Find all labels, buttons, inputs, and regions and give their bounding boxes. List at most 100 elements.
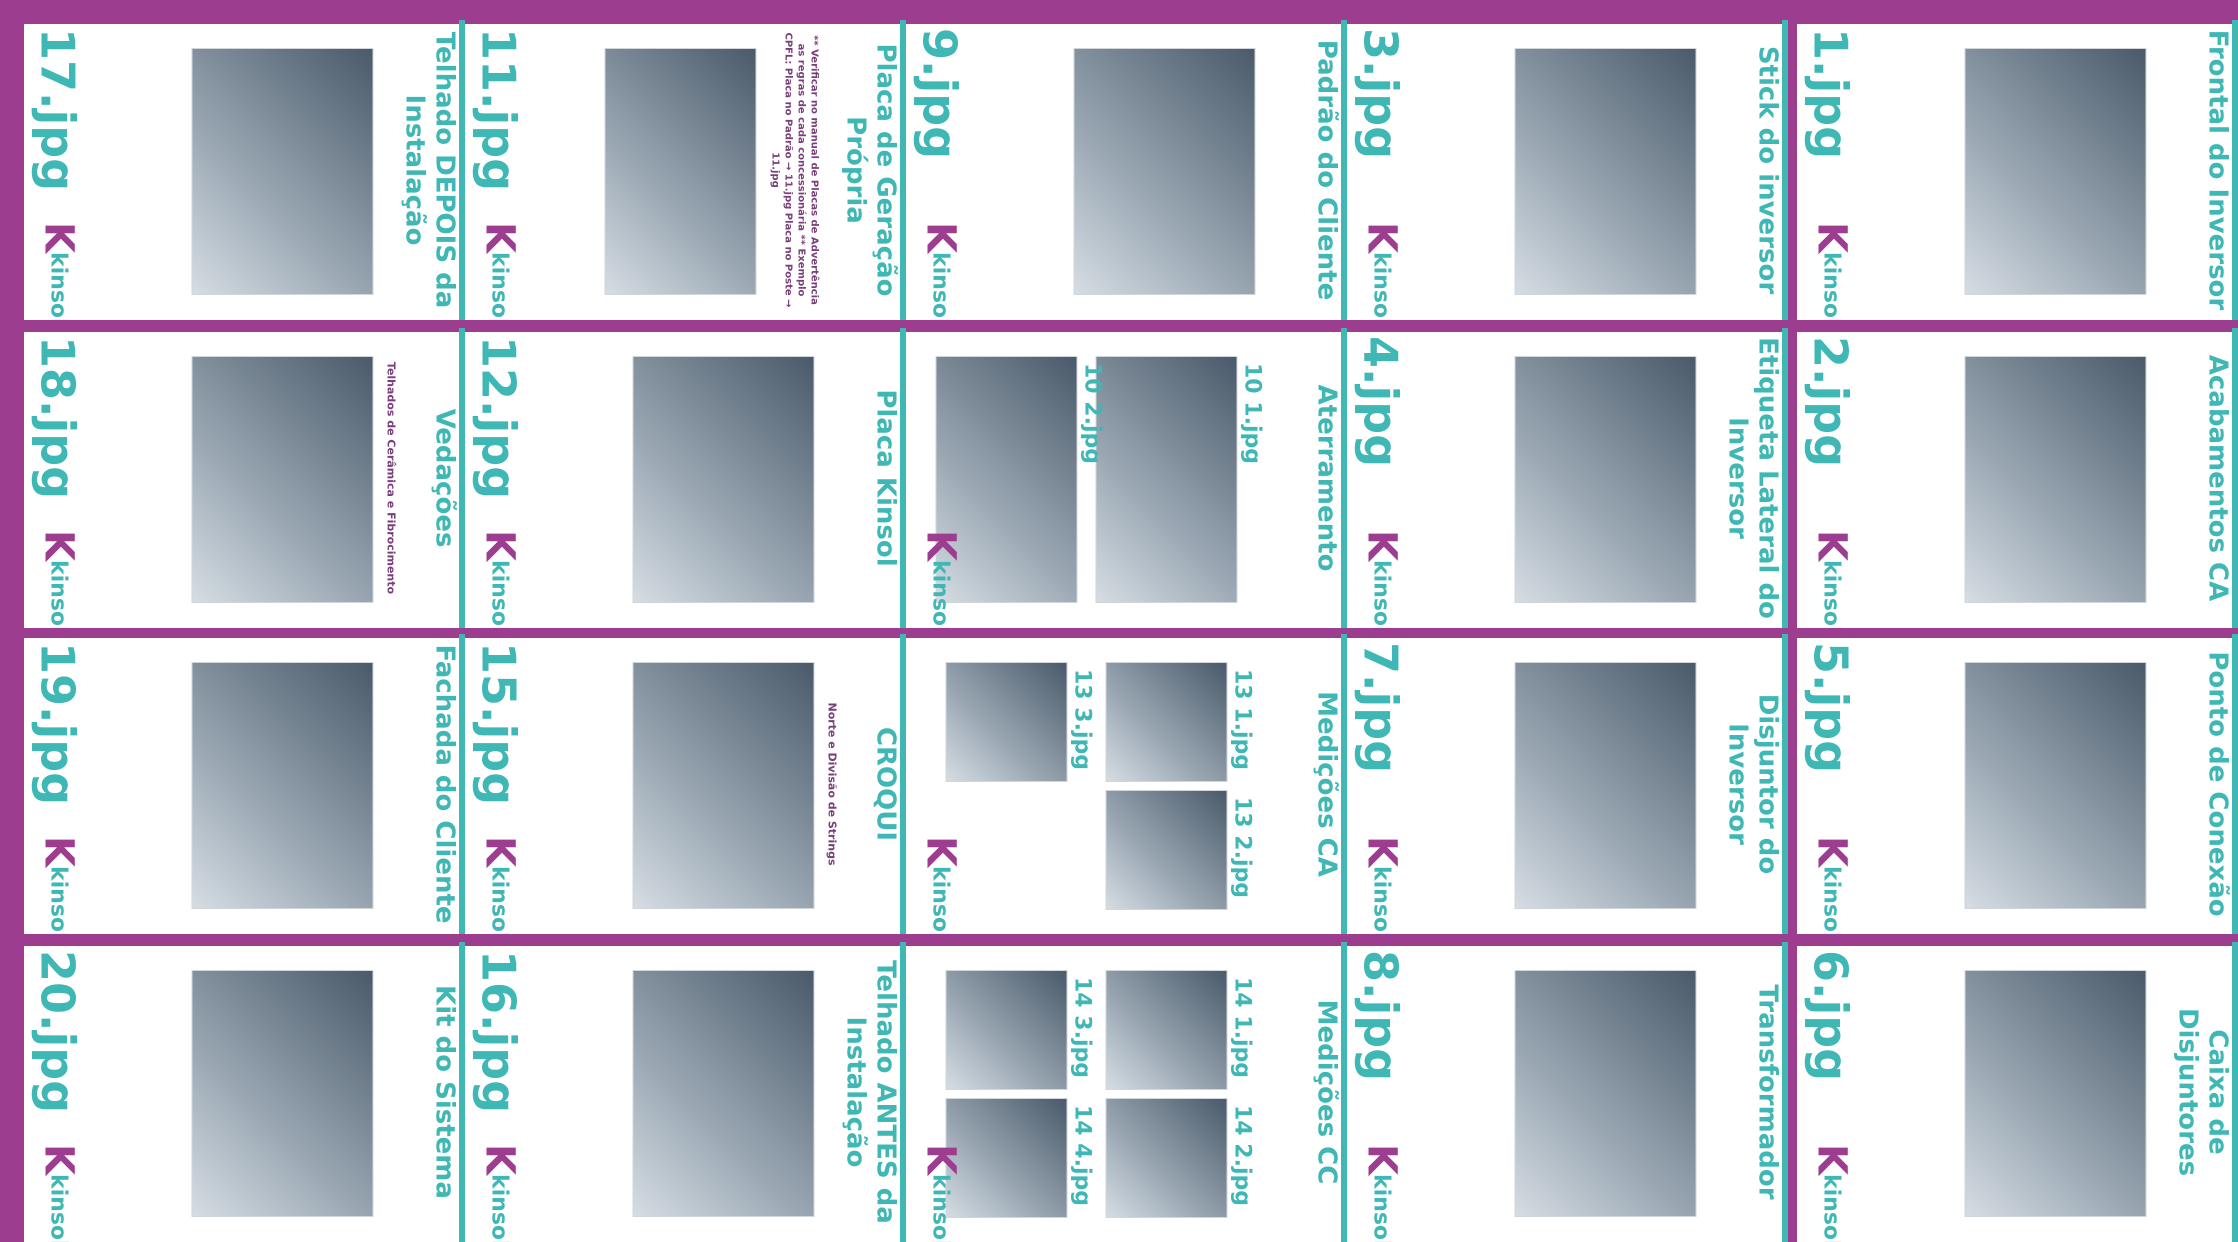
card-content: Medições CA 13 1.jpg 13 2.jpg 13 3.jpg Kkins… (906, 634, 1347, 934)
photo-card: Medições CA 13 1.jpg 13 2.jpg 13 3.jpg Kkins… (906, 634, 1347, 934)
card-title: Caixa de Disjuntores (2172, 1007, 2232, 1177)
kinsol-logo: Kkinsol (1357, 1144, 1404, 1242)
kinsol-logo: Kkinsol (1357, 530, 1404, 628)
file-code: 7.jpg (1353, 642, 1407, 774)
photo-card: Placa Kinsol 12.jpg Kkinsol (465, 328, 906, 628)
photo-thumbnail: 14 2.jpg (1105, 1098, 1254, 1218)
kinsol-k-icon: K (1808, 530, 1854, 561)
card-title: Acabamentos CA (2202, 354, 2232, 602)
photo-card: Fachada do Cliente 19.jpg Kkinsol (24, 634, 465, 934)
file-code: 12.jpg (471, 336, 525, 500)
photo-thumbnail (632, 662, 814, 909)
kinsol-wordmark: kinsol (486, 866, 511, 934)
kinsol-wordmark: kinsol (486, 252, 511, 320)
kinsol-logo: Kkinsol (34, 836, 81, 934)
kinsol-k-icon: K (476, 836, 522, 867)
kinsol-logo: Kkinsol (916, 1144, 963, 1242)
photo-thumbnail (1073, 48, 1255, 295)
file-code: 18.jpg (30, 336, 84, 500)
card-title: Placa de Geração Própria (840, 43, 900, 297)
photo-label: 10 1.jpg (1239, 363, 1264, 464)
file-code: 3.jpg (1353, 28, 1407, 160)
card-title: Stick do inversor (1752, 45, 1782, 295)
photo-label: 14 2.jpg (1229, 1105, 1254, 1206)
card-content: Telhado DEPOIS da Instalação 17.jpg Kkinso… (24, 20, 465, 320)
file-code: 16.jpg (471, 950, 525, 1114)
card-content: Stick do inversor 3.jpg Kkinsol (1347, 20, 1788, 320)
photo-thumbnail (1514, 356, 1696, 603)
card-title: Medições CA (1311, 691, 1341, 877)
card-title: Disjuntor do Inversor (1722, 693, 1782, 875)
photo-card: Stick do inversor 3.jpg Kkinsol (1347, 20, 1788, 320)
kinsol-k-icon: K (917, 1144, 963, 1175)
card-title: Padrão do Cliente (1311, 39, 1341, 301)
kinsol-k-icon: K (1808, 836, 1854, 867)
file-code: 1.jpg (1803, 28, 1857, 160)
photo-checklist-grid: Frontal do Inversor 1.jpg Kkinsol Acabament… (0, 0, 2238, 1242)
card-content: Caixa de Disjuntores 6.jpg Kkinsol (1797, 942, 2238, 1242)
card-title: Fachada do Cliente (429, 644, 459, 924)
photo-card: Etiqueta Lateral do Inversor 4.jpg Kkinsol (1347, 328, 1788, 628)
kinsol-wordmark: kinsol (1368, 1174, 1393, 1242)
kinsol-k-icon: K (1358, 222, 1404, 253)
kinsol-wordmark: kinsol (45, 1174, 70, 1242)
kinsol-wordmark: kinsol (1368, 252, 1393, 320)
kinsol-logo: Kkinsol (1357, 836, 1404, 934)
card-title: Transformador (1752, 984, 1782, 1200)
card-title: Kit do Sistema (429, 985, 459, 1199)
file-code: 19.jpg (30, 642, 84, 806)
photo-label: 13 1.jpg (1229, 669, 1254, 770)
card-content: Padrão do Cliente 9.jpg Kkinsol (906, 20, 1347, 320)
photo-thumbnail (191, 356, 373, 603)
card-content: Etiqueta Lateral do Inversor 4.jpg Kkinsol (1347, 328, 1788, 628)
photo-thumbnail: 14 1.jpg (1105, 970, 1254, 1090)
kinsol-wordmark: kinsol (1818, 252, 1843, 320)
kinsol-k-icon: K (1808, 1144, 1854, 1175)
photo-thumbnail (632, 970, 814, 1217)
kinsol-logo: Kkinsol (1807, 1144, 1854, 1242)
photo-card: Telhado DEPOIS da Instalação 17.jpg Kkinso… (24, 20, 465, 320)
photo-thumbnail (1964, 970, 2146, 1217)
card-content: Placa Kinsol 12.jpg Kkinsol (465, 328, 906, 628)
kinsol-k-icon: K (917, 530, 963, 561)
kinsol-logo: Kkinsol (475, 530, 522, 628)
card-title: Frontal do Inversor (2202, 29, 2232, 311)
kinsol-wordmark: kinsol (486, 560, 511, 628)
kinsol-wordmark: kinsol (1368, 560, 1393, 628)
card-subtitle: Telhados de Cerâmica e Fibrocimento (384, 361, 397, 595)
file-code: 4.jpg (1353, 336, 1407, 468)
photo-label: 14 4.jpg (1069, 1105, 1094, 1206)
kinsol-wordmark: kinsol (927, 252, 952, 320)
photo-card: CROQUI Norte e Divisão de Strings 15.jpg Kk… (465, 634, 906, 934)
photo-thumbnail: 13 1.jpg (1105, 662, 1254, 782)
file-code: 15.jpg (471, 642, 525, 806)
card-content: Ponto de Conexão 5.jpg Kkinsol (1797, 634, 2238, 934)
photo-card: Aterramento 10 1.jpg 10 2.jpg Kkinsol (906, 328, 1347, 628)
kinsol-logo: Kkinsol (34, 530, 81, 628)
kinsol-logo: Kkinsol (1357, 222, 1404, 320)
file-code: 17.jpg (30, 28, 84, 192)
photo-label: 10 2.jpg (1079, 363, 1104, 464)
card-title: Medições CC (1311, 999, 1341, 1185)
kinsol-logo: Kkinsol (1807, 836, 1854, 934)
kinsol-k-icon: K (1358, 1144, 1404, 1175)
kinsol-wordmark: kinsol (1818, 560, 1843, 628)
photo-thumbnail (1514, 48, 1696, 295)
photo-thumbnail (191, 662, 373, 909)
card-title: CROQUI (870, 726, 900, 842)
card-content: Medições CC 14 1.jpg 14 2.jpg 14 3.jpg 14 4.… (906, 942, 1347, 1242)
kinsol-wordmark: kinsol (1368, 866, 1393, 934)
kinsol-wordmark: kinsol (1818, 866, 1843, 934)
card-content: Fachada do Cliente 19.jpg Kkinsol (24, 634, 465, 934)
card-content: CROQUI Norte e Divisão de Strings 15.jpg Kk… (465, 634, 906, 934)
kinsol-k-icon: K (1808, 222, 1854, 253)
photo-card: Medições CC 14 1.jpg 14 2.jpg 14 3.jpg 14 4.… (906, 942, 1347, 1242)
card-title: Ponto de Conexão (2202, 651, 2232, 917)
photo-thumbnail (1964, 662, 2146, 909)
kinsol-k-icon: K (35, 1144, 81, 1175)
photo-thumbnail: 13 3.jpg (945, 662, 1094, 782)
file-code: 8.jpg (1353, 950, 1407, 1082)
photo-thumbnail: 10 1.jpg (1095, 356, 1264, 603)
kinsol-wordmark: kinsol (45, 560, 70, 628)
kinsol-wordmark: kinsol (45, 866, 70, 934)
